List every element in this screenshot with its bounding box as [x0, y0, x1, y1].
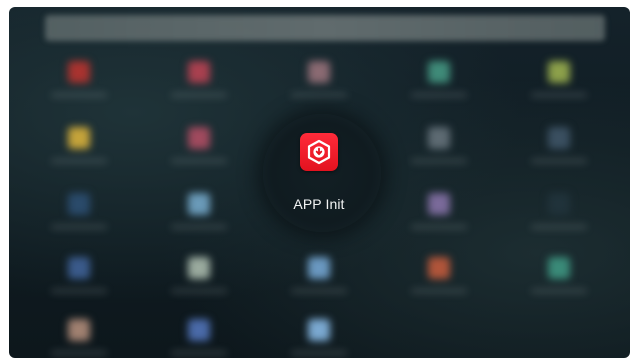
app-tile-icon [188, 319, 210, 341]
app-tile-icon [428, 127, 450, 149]
app-grid-item[interactable] [159, 185, 239, 245]
app-tile-icon [188, 61, 210, 83]
app-grid-item[interactable] [159, 249, 239, 309]
app-tile-label-placeholder [171, 93, 227, 97]
app-grid-item[interactable] [39, 249, 119, 309]
app-init-label: APP Init [293, 196, 345, 212]
app-grid-item[interactable] [279, 53, 359, 113]
app-tile-label-placeholder [171, 225, 227, 229]
app-tile-icon [548, 61, 570, 83]
app-tile-label-placeholder [411, 225, 467, 229]
app-tile-icon [428, 193, 450, 215]
app-init-icon[interactable] [300, 133, 338, 171]
app-tile-icon [188, 257, 210, 279]
app-grid-item[interactable] [519, 119, 599, 179]
app-tile-label-placeholder [411, 289, 467, 293]
app-tile-label-placeholder [411, 93, 467, 97]
app-tile-label-placeholder [51, 289, 107, 293]
app-grid-item[interactable] [159, 53, 239, 113]
app-tile-icon [68, 127, 90, 149]
app-grid-item[interactable] [159, 311, 239, 358]
app-grid-item[interactable] [399, 119, 479, 179]
app-grid-item[interactable] [399, 249, 479, 309]
app-tile-label-placeholder [411, 159, 467, 163]
app-grid-item[interactable] [399, 185, 479, 245]
app-tile-icon [68, 319, 90, 341]
app-tile-icon [308, 61, 330, 83]
hexagon-download-icon [307, 139, 331, 165]
app-tile-icon [68, 257, 90, 279]
launcher-screen: APP Init [9, 7, 630, 358]
app-tile-icon [548, 193, 570, 215]
app-tile-label-placeholder [51, 93, 107, 97]
app-tile-label-placeholder [531, 289, 587, 293]
app-tile-icon [428, 61, 450, 83]
app-tile-icon [188, 193, 210, 215]
app-grid-item[interactable] [399, 53, 479, 113]
app-grid-item[interactable] [519, 249, 599, 309]
app-tile-icon [548, 127, 570, 149]
app-grid-item[interactable] [279, 249, 359, 309]
app-tile-label-placeholder [531, 159, 587, 163]
app-tile-icon [308, 319, 330, 341]
app-tile-label-placeholder [531, 93, 587, 97]
app-grid-item[interactable] [519, 185, 599, 245]
app-grid-item[interactable] [159, 119, 239, 179]
app-tile-icon [308, 257, 330, 279]
app-grid-item[interactable] [519, 53, 599, 113]
app-tile-label-placeholder [51, 225, 107, 229]
app-tile-label-placeholder [531, 225, 587, 229]
app-tile-label-placeholder [291, 289, 347, 293]
app-tile-label-placeholder [291, 351, 347, 355]
app-tile-label-placeholder [171, 289, 227, 293]
app-grid-item[interactable] [39, 185, 119, 245]
app-tile-icon [428, 257, 450, 279]
app-tile-label-placeholder [171, 159, 227, 163]
app-tile-icon [188, 127, 210, 149]
app-grid-item[interactable] [39, 311, 119, 358]
app-grid-item[interactable] [39, 119, 119, 179]
app-grid-item[interactable] [39, 53, 119, 113]
app-tile-label-placeholder [51, 159, 107, 163]
app-tile-icon [68, 61, 90, 83]
focus-highlight [263, 114, 381, 232]
app-tile-icon [548, 257, 570, 279]
app-grid-item[interactable] [279, 311, 359, 358]
app-tile-label-placeholder [171, 351, 227, 355]
app-tile-label-placeholder [291, 93, 347, 97]
app-tile-label-placeholder [51, 351, 107, 355]
app-tile-icon [68, 193, 90, 215]
